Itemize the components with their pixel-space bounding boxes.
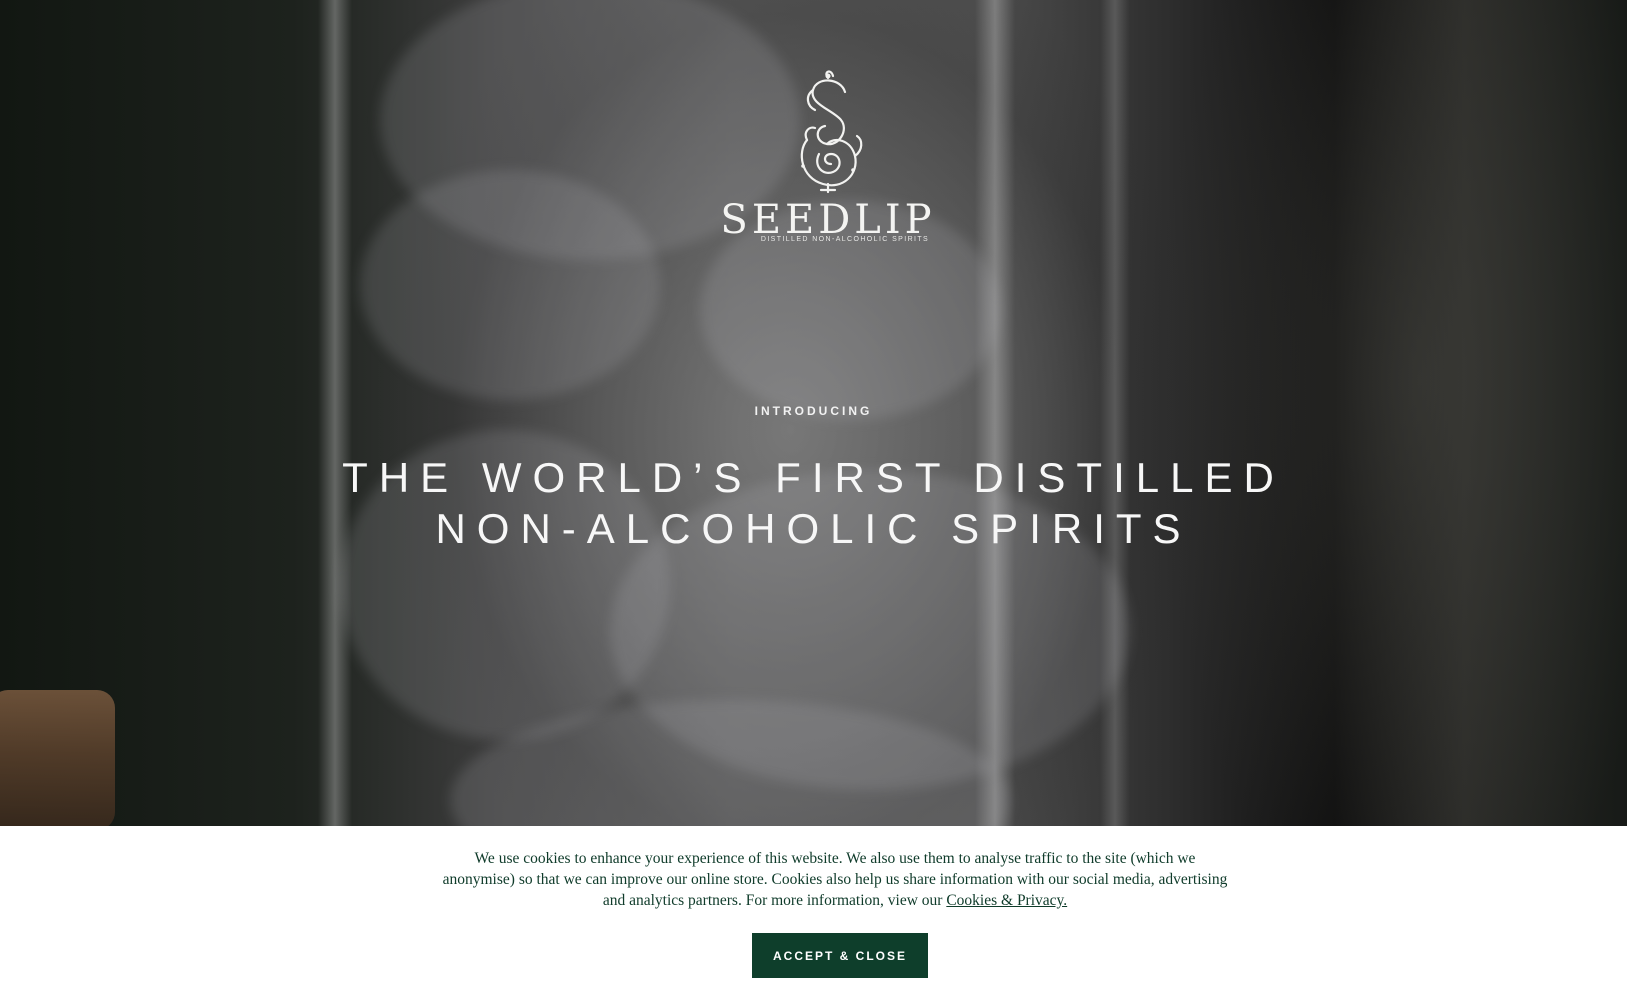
brand-logo[interactable]: SEEDLIP DISTILLED NON-ALCOHOLIC SPIRITS — [713, 70, 943, 260]
cookie-message-text: We use cookies to enhance your experienc… — [442, 850, 1228, 909]
hero-video-background: SEEDLIP DISTILLED NON-ALCOHOLIC SPIRITS … — [0, 0, 1627, 826]
ice-cube — [360, 170, 660, 400]
hero-headline: THE WORLD’S FIRST DISTILLED NON-ALCOHOLI… — [0, 452, 1627, 554]
copper-cup — [0, 690, 115, 826]
cookies-privacy-link[interactable]: Cookies & Privacy. — [946, 892, 1067, 909]
hero-eyebrow: INTRODUCING — [754, 404, 873, 418]
brand-wordmark: SEEDLIP — [720, 197, 936, 243]
seedlip-monogram-icon — [800, 70, 863, 194]
hero-headline-line2: NON-ALCOHOLIC SPIRITS — [435, 505, 1192, 552]
accept-close-button[interactable]: ACCEPT & CLOSE — [752, 933, 928, 978]
hero-headline-line1: THE WORLD’S FIRST DISTILLED — [342, 454, 1285, 501]
cookie-banner: We use cookies to enhance your experienc… — [0, 826, 1627, 994]
cookie-message: We use cookies to enhance your experienc… — [440, 848, 1230, 911]
